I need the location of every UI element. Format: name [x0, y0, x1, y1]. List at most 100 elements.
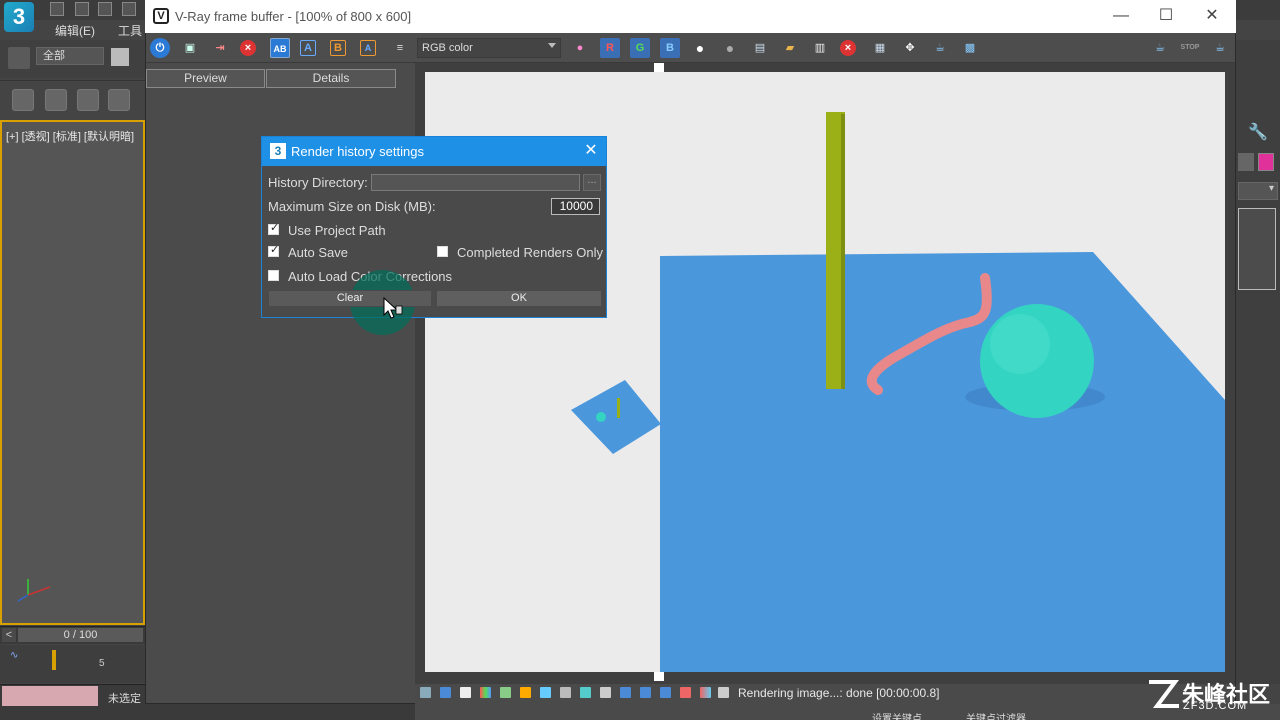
completed-renders-only-checkbox[interactable]: [437, 246, 448, 257]
icc-icon[interactable]: [640, 687, 651, 698]
stop-render-icon[interactable]: ×: [840, 40, 856, 56]
perspective-viewport[interactable]: [0, 120, 145, 625]
maxscript-listener[interactable]: [2, 686, 98, 706]
stamp-icon[interactable]: [660, 687, 671, 698]
lens-effects-icon[interactable]: [440, 687, 451, 698]
undo-icon[interactable]: [122, 2, 136, 16]
object-color-swatch[interactable]: [1238, 153, 1254, 171]
checkmark-icon: ✓: [270, 244, 280, 256]
color-balance-icon[interactable]: [480, 687, 491, 698]
clear-button[interactable]: Clear: [268, 290, 432, 307]
max-logo-icon: 3: [270, 143, 286, 159]
folder-icon[interactable]: ▰: [780, 38, 800, 58]
monochrome-icon[interactable]: ●: [720, 38, 740, 58]
save-image-icon[interactable]: ▣: [180, 38, 200, 58]
link-to-render-icon[interactable]: ▩: [960, 38, 980, 58]
hsl-icon[interactable]: [560, 687, 571, 698]
alpha-channel-icon[interactable]: ●: [690, 38, 710, 58]
use-project-path-label: Use Project Path: [288, 223, 386, 238]
track-tick-label: 5: [99, 658, 105, 669]
completed-renders-only-label: Completed Renders Only: [457, 245, 603, 260]
modifier-list-dropdown[interactable]: ▾: [1238, 182, 1278, 200]
select-object-icon[interactable]: [111, 48, 129, 66]
menu-tools[interactable]: 工具: [118, 22, 146, 39]
grid-icon[interactable]: [718, 687, 729, 698]
magenta-color-swatch[interactable]: [1258, 153, 1274, 171]
new-file-icon[interactable]: [50, 2, 64, 16]
ocio-icon[interactable]: [620, 687, 631, 698]
render-setup-icon[interactable]: [77, 89, 99, 111]
browse-button[interactable]: ...: [583, 174, 601, 191]
save-file-icon[interactable]: [98, 2, 112, 16]
ok-button[interactable]: OK: [436, 290, 602, 307]
close-icon[interactable]: ✕: [580, 140, 602, 162]
current-frame-marker[interactable]: [52, 650, 56, 670]
white-balance-icon[interactable]: [580, 687, 591, 698]
watermark-sub: ZF3D.COM: [1183, 700, 1248, 712]
use-project-path-checkbox[interactable]: ✓: [268, 222, 279, 235]
menu-edit[interactable]: 编辑(E): [55, 22, 95, 39]
max-size-label: Maximum Size on Disk (MB):: [268, 199, 436, 214]
compare-ab-icon[interactable]: A: [360, 40, 376, 56]
compare-b-icon[interactable]: B: [330, 40, 346, 56]
layer-explorer-icon[interactable]: [8, 47, 30, 69]
region-render-icon[interactable]: ▦: [870, 38, 890, 58]
track-bar[interactable]: [0, 645, 145, 683]
render-teapot-icon[interactable]: ☕: [930, 38, 950, 58]
stop-icon[interactable]: STOP: [1180, 38, 1200, 58]
selection-set-dropdown[interactable]: 全部: [36, 47, 104, 65]
chevron-down-icon[interactable]: [548, 43, 556, 48]
red-channel-button[interactable]: R: [600, 38, 620, 58]
compare-icon[interactable]: [700, 687, 711, 698]
compare-a-icon[interactable]: A: [300, 40, 316, 56]
key-filters-label[interactable]: 关键点过滤器: [966, 710, 1026, 720]
menu-icon[interactable]: ≡: [390, 38, 410, 58]
mouse-cursor-icon: [383, 297, 403, 319]
levels-icon[interactable]: [500, 687, 511, 698]
set-key-label[interactable]: 设置关键点: [872, 710, 922, 720]
curve-editor-icon[interactable]: ∿: [10, 650, 18, 661]
minimize-icon[interactable]: —: [1098, 4, 1144, 28]
rgb-channels-icon[interactable]: ●: [570, 38, 590, 58]
interactive-render-icon[interactable]: ☕: [1150, 38, 1170, 58]
clear-image-icon[interactable]: ×: [240, 40, 256, 56]
horizontal-marker-bottom: [654, 672, 664, 681]
blue-channel-button[interactable]: B: [660, 38, 680, 58]
tab-preview[interactable]: Preview: [146, 69, 265, 88]
clipboard-icon[interactable]: ▥: [810, 38, 830, 58]
vfb-window-title: V-Ray frame buffer - [100% of 800 x 600]: [175, 9, 412, 24]
lut-icon[interactable]: [540, 687, 551, 698]
rendered-frame-window-icon[interactable]: [45, 89, 67, 111]
time-slider-prev-button[interactable]: <: [2, 628, 16, 642]
modifier-stack[interactable]: [1238, 208, 1276, 290]
auto-save-checkbox[interactable]: ✓: [268, 244, 280, 257]
selection-status-text: 未选定: [108, 693, 141, 705]
open-file-icon[interactable]: [75, 2, 89, 16]
max-app-logo-icon[interactable]: 3: [4, 2, 34, 32]
frame-counter[interactable]: 0 / 100: [18, 628, 143, 642]
exposure-icon[interactable]: [460, 687, 471, 698]
viewport-label[interactable]: [+] [透视] [标准] [默认明暗]: [6, 128, 146, 144]
vray-logo-icon: V: [153, 8, 169, 24]
history-directory-input[interactable]: [371, 174, 580, 191]
history-icon[interactable]: [680, 687, 691, 698]
wrench-icon[interactable]: 🔧: [1244, 122, 1272, 144]
teapot-icon[interactable]: [12, 89, 34, 111]
maximize-icon[interactable]: ☐: [1143, 4, 1189, 28]
render-icon[interactable]: ☕: [1210, 38, 1230, 58]
close-icon[interactable]: ✕: [1189, 4, 1235, 28]
display-icon[interactable]: [420, 687, 431, 698]
channel-dropdown[interactable]: RGB color: [417, 38, 561, 58]
power-icon[interactable]: ⏻: [150, 38, 170, 58]
curves-icon[interactable]: [520, 687, 531, 698]
material-editor-icon[interactable]: [108, 89, 130, 111]
track-mouse-icon[interactable]: ✥: [900, 38, 920, 58]
max-size-input[interactable]: 10000: [551, 198, 600, 215]
green-channel-button[interactable]: G: [630, 38, 650, 58]
load-image-icon[interactable]: ⇥: [210, 38, 230, 58]
background-icon[interactable]: [600, 687, 611, 698]
save-icon[interactable]: ▤: [750, 38, 770, 58]
tab-details[interactable]: Details: [266, 69, 396, 88]
auto-load-cc-checkbox[interactable]: [268, 270, 279, 281]
ab-compare-icon[interactable]: AB: [270, 38, 290, 58]
